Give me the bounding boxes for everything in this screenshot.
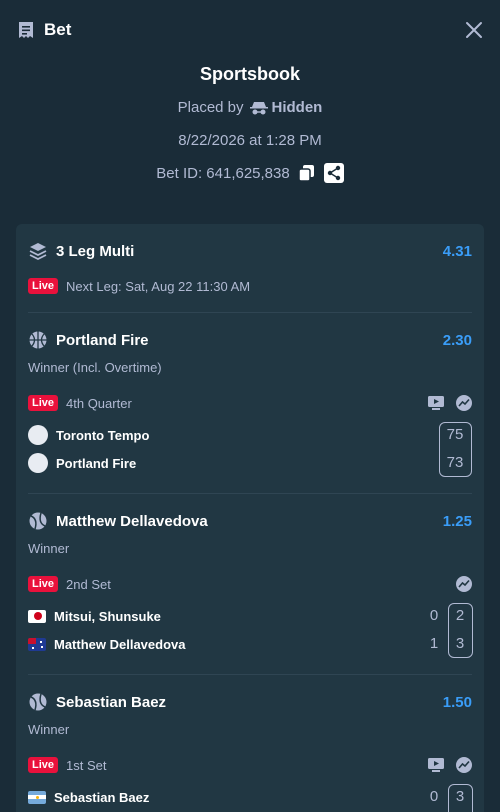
player-name: Matthew Dellavedova <box>54 636 186 652</box>
multi-odds: 4.31 <box>442 242 472 260</box>
leg-odds: 1.50 <box>442 693 472 711</box>
bet-card: 3 Leg Multi 4.31 Live Next Leg: Sat, Aug… <box>16 224 484 812</box>
team-score: 73 <box>446 454 464 471</box>
bet-datetime: 8/22/2026 at 1:28 PM <box>178 132 322 149</box>
multi-header: 3 Leg Multi 4.31 <box>28 240 472 262</box>
live-stream-icon[interactable] <box>428 396 444 410</box>
leg-period: 1st Set <box>66 757 107 773</box>
argentina-flag-icon <box>28 790 46 804</box>
bet-id: Bet ID: 641,625,838 <box>156 164 290 182</box>
leg-status: Live 1st Set <box>28 755 472 775</box>
basketball-icon <box>29 331 47 349</box>
tennis-icon <box>29 512 47 530</box>
leg-status: Live 2nd Set <box>28 574 472 594</box>
team-name: Portland Fire <box>56 455 137 471</box>
games-score: 3 <box>455 635 465 652</box>
player-row: Mitsui, Shunsuke <box>28 606 472 626</box>
page-title: Bet <box>44 20 72 39</box>
next-leg-text: Next Leg: Sat, Aug 22 11:30 AM <box>66 278 251 294</box>
team-name: Toronto Tempo <box>56 427 150 443</box>
games-score: 2 <box>455 607 465 624</box>
team-logo <box>28 425 48 445</box>
team-score: 75 <box>446 426 464 443</box>
player-row: Matthew Dellavedova <box>28 634 472 654</box>
leg-header[interactable]: Sebastian Baez 1.50 <box>28 691 472 713</box>
leg-market-row: Winner <box>28 539 472 557</box>
placed-by-label: Placed by <box>177 99 244 116</box>
multi-title: 3 Leg Multi <box>56 242 135 260</box>
team-row: Toronto Tempo <box>28 425 472 445</box>
share-icon[interactable] <box>323 163 344 183</box>
divider <box>28 312 472 313</box>
leg-period: 2nd Set <box>66 576 111 592</box>
sets-score: 1 <box>429 635 439 652</box>
leg-market: Winner (Incl. Overtime) <box>28 359 162 375</box>
tennis-icon <box>29 693 47 711</box>
copy-icon[interactable] <box>297 164 316 182</box>
live-badge: Live <box>28 278 59 294</box>
leg-odds: 1.25 <box>442 512 472 530</box>
sets-score: 0 <box>429 607 439 624</box>
team-logo <box>28 453 48 473</box>
leg-name: Portland Fire <box>56 331 149 349</box>
leg-odds: 2.30 <box>442 331 472 349</box>
japan-flag-icon <box>28 609 46 623</box>
leg-market: Winner <box>28 721 70 737</box>
stats-icon[interactable] <box>456 395 472 411</box>
leg-status: Live 4th Quarter <box>28 393 472 413</box>
live-badge: Live <box>28 576 59 592</box>
leg-header[interactable]: Portland Fire 2.30 <box>28 329 472 351</box>
leg-period: 4th Quarter <box>66 395 132 411</box>
incognito-icon <box>249 101 268 114</box>
live-badge: Live <box>28 395 59 411</box>
player-row: Sebastian Baez <box>28 787 472 807</box>
divider <box>28 674 472 675</box>
layers-icon <box>29 243 47 261</box>
close-icon[interactable] <box>464 20 484 40</box>
live-stream-icon[interactable] <box>428 758 444 772</box>
player-name: Sebastian Baez <box>54 789 150 805</box>
leg-market-row: Winner (Incl. Overtime) <box>28 358 472 376</box>
stats-icon[interactable] <box>456 576 472 592</box>
leg-name: Sebastian Baez <box>56 693 167 711</box>
leg-header[interactable]: Matthew Dellavedova 1.25 <box>28 510 472 532</box>
australia-flag-icon <box>28 637 46 651</box>
divider <box>28 493 472 494</box>
sets-score: 0 <box>429 788 439 805</box>
multi-status: Live Next Leg: Sat, Aug 22 11:30 AM <box>28 276 472 296</box>
placed-by-username: Hidden <box>271 99 323 116</box>
placed-by-user: Hidden <box>249 99 323 116</box>
player-name: Mitsui, Shunsuke <box>54 608 161 624</box>
games-score: 3 <box>455 788 465 805</box>
stats-icon[interactable] <box>456 757 472 773</box>
team-row: Portland Fire <box>28 453 472 473</box>
live-badge: Live <box>28 757 59 773</box>
bet-id-row: Bet ID: 641,625,838 <box>0 163 500 183</box>
leg-market: Winner <box>28 540 70 556</box>
sportsbook-title: Sportsbook <box>199 64 300 84</box>
leg-name: Matthew Dellavedova <box>56 512 208 530</box>
placed-by: Placed by Hidden <box>0 99 500 116</box>
bet-header: Bet <box>0 0 500 60</box>
leg-market-row: Winner <box>28 720 472 738</box>
ticket-icon <box>19 22 33 38</box>
